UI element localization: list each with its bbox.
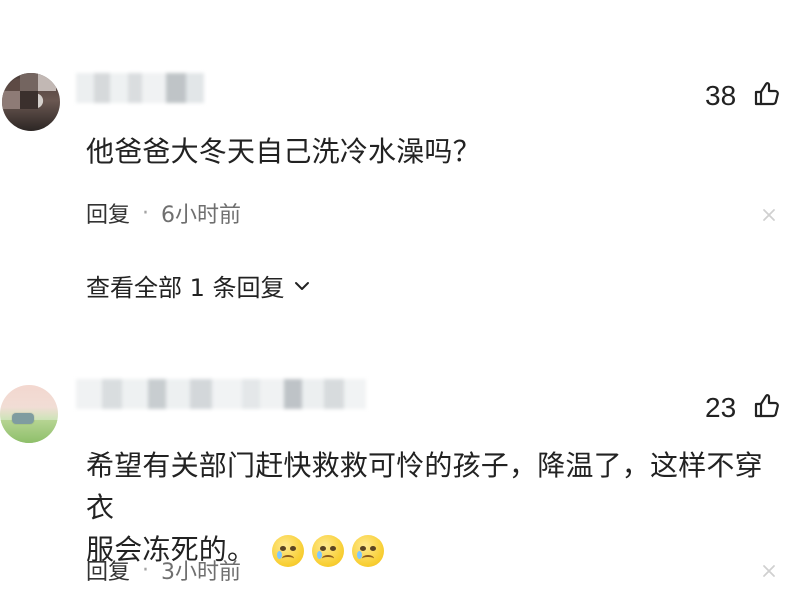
comment-text: 希望有关部门赶快救救可怜的孩子，降温了，这样不穿衣 服会冻死的。: [86, 445, 786, 571]
thumbs-up-icon[interactable]: [752, 79, 782, 109]
meta-separator: ·: [142, 200, 150, 226]
like-count: 23: [705, 392, 737, 423]
close-icon[interactable]: [760, 206, 778, 224]
crying-face-icon: [312, 535, 345, 567]
like-count: 38: [705, 80, 737, 111]
comment-text: 他爸爸大冬天自己洗冷水澡吗？: [86, 135, 481, 168]
chevron-down-icon: [294, 281, 309, 290]
close-icon[interactable]: [760, 562, 778, 580]
comment-time: 6小时前: [161, 203, 242, 228]
comment-meta: 回复 · 6小时前: [86, 197, 241, 229]
view-all-replies-label: 查看全部 1 条回复: [86, 274, 285, 302]
username-blur[interactable]: [76, 73, 204, 103]
emoji-row: [272, 535, 385, 567]
meta-separator: ·: [142, 557, 150, 583]
avatar[interactable]: [2, 73, 60, 131]
comment-meta: 回复 · 3小时前: [86, 554, 241, 586]
view-all-replies[interactable]: 查看全部 1 条回复: [86, 268, 311, 303]
reply-button[interactable]: 回复: [86, 197, 130, 229]
reply-button[interactable]: 回复: [86, 554, 130, 586]
avatar[interactable]: [0, 385, 58, 443]
comment-time: 3小时前: [161, 560, 242, 585]
crying-face-icon: [352, 535, 385, 567]
comment-text-line-1: 希望有关部门赶快救救可怜的孩子，降温了，这样不穿衣: [86, 449, 763, 524]
crying-face-icon: [272, 535, 305, 567]
thumbs-up-icon[interactable]: [752, 391, 782, 421]
username-blur[interactable]: [76, 379, 366, 409]
